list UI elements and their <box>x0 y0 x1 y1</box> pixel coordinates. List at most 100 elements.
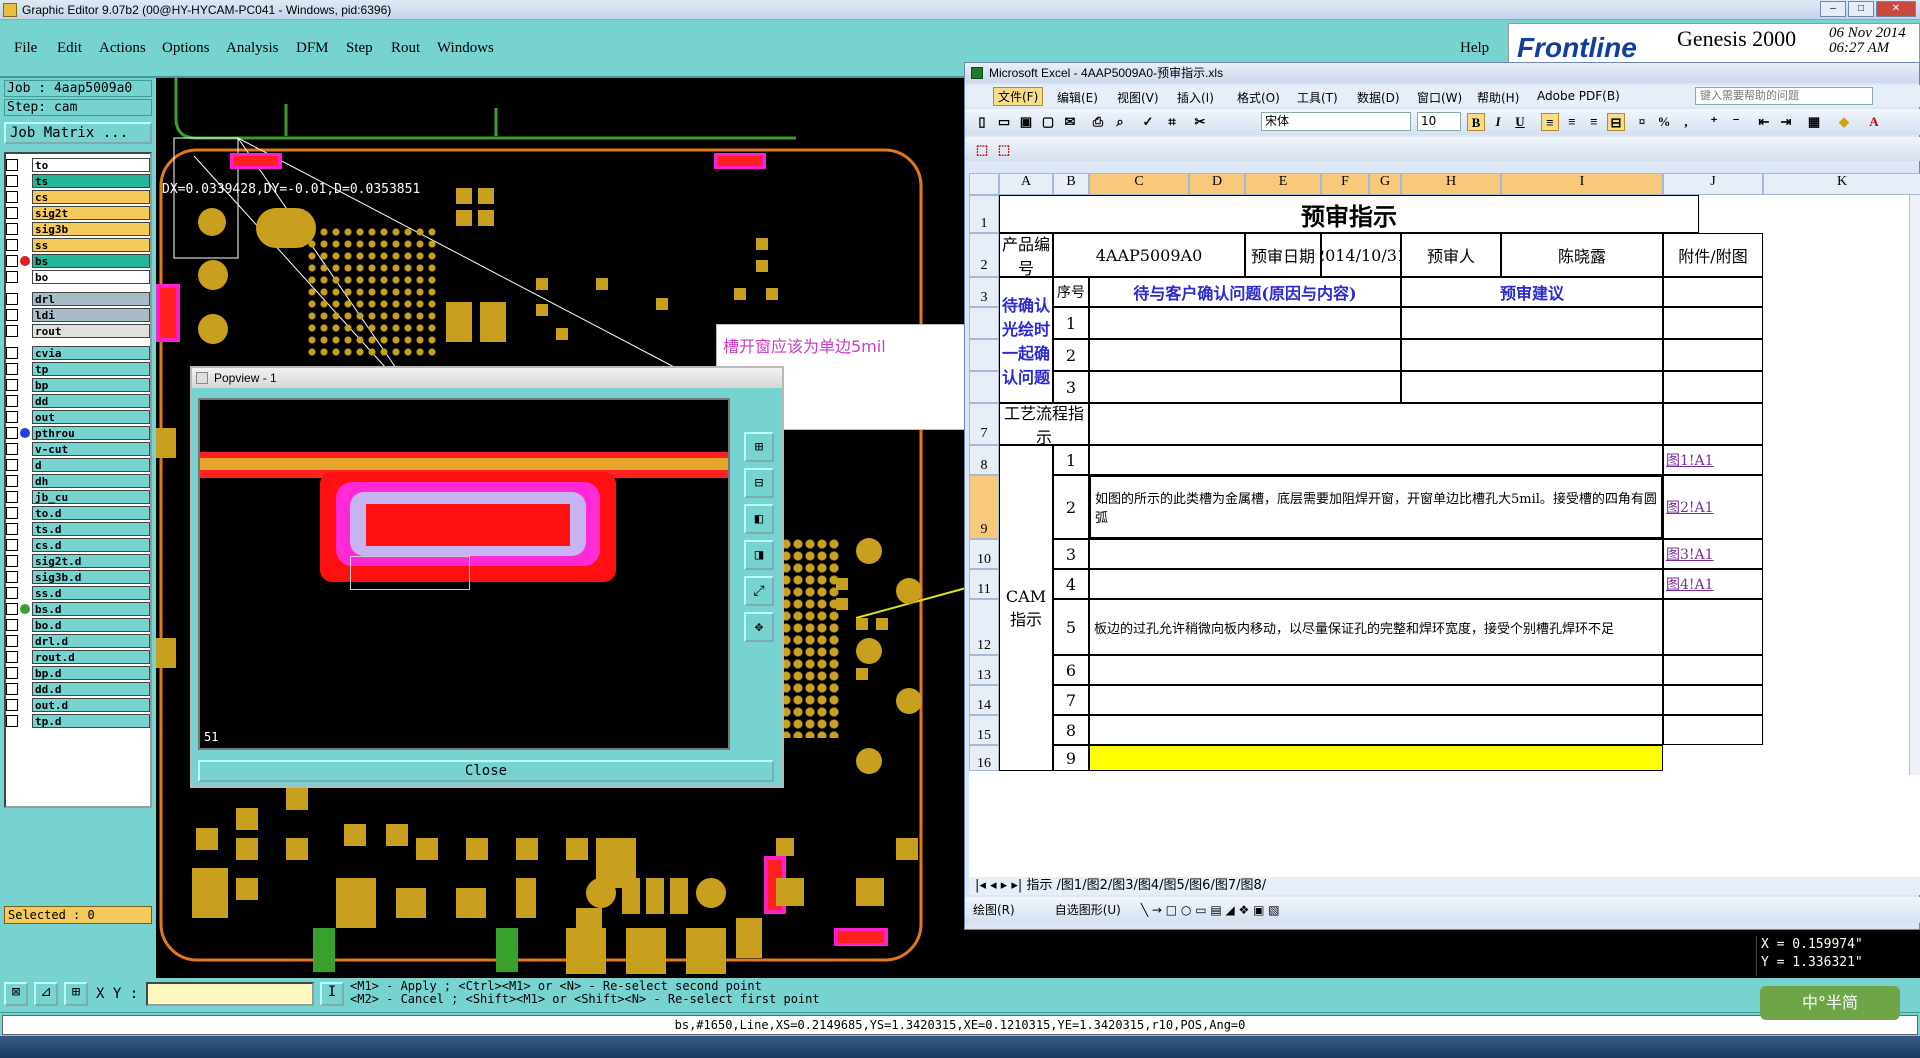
cell-cam-no[interactable]: 2 <box>1053 475 1089 539</box>
cell-empty[interactable] <box>1663 655 1763 685</box>
layer-checkbox[interactable] <box>6 683 18 695</box>
excel-menu-file[interactable]: 文件(F) <box>993 87 1044 106</box>
layer-checkbox[interactable] <box>6 325 18 337</box>
pan-right-button[interactable]: ◨ <box>744 540 774 570</box>
layer-checkbox[interactable] <box>6 175 18 187</box>
cursor-tool-icon[interactable]: I <box>320 982 344 1006</box>
minimize-button[interactable]: – <box>1820 1 1846 17</box>
decrease-decimal-icon[interactable]: ⁻ <box>1727 113 1745 131</box>
layer-item[interactable]: to.d <box>32 506 150 520</box>
layer-checkbox[interactable] <box>6 347 18 359</box>
job-matrix-button[interactable]: Job Matrix ... <box>4 122 152 144</box>
layer-checkbox[interactable] <box>6 271 18 283</box>
layer-checkbox[interactable] <box>6 379 18 391</box>
cell-empty[interactable] <box>1089 403 1663 445</box>
layer-item[interactable]: ss.d <box>32 586 150 600</box>
excel-menu-insert[interactable]: 插入(I) <box>1177 89 1214 106</box>
col-header[interactable]: J <box>1663 173 1763 195</box>
layer-item[interactable]: rout.d <box>32 650 150 664</box>
cell-empty[interactable] <box>1089 339 1401 371</box>
layer-item[interactable]: bs <box>32 254 150 268</box>
row-header[interactable] <box>969 371 999 403</box>
cell-empty[interactable] <box>1401 339 1663 371</box>
research-icon[interactable]: ⌗ <box>1163 113 1181 131</box>
draw-menu[interactable]: 绘图(R) <box>965 903 1015 917</box>
layer-item[interactable]: cs.d <box>32 538 150 552</box>
zoom-in-button[interactable]: ⊞ <box>744 432 774 462</box>
layer-item[interactable]: tp <box>32 362 150 376</box>
layer-checkbox[interactable] <box>6 239 18 251</box>
pdf-convert-icon[interactable]: ⬚ <box>973 141 991 159</box>
col-header[interactable]: G <box>1369 173 1401 195</box>
cell-empty[interactable] <box>1089 539 1663 569</box>
cell-q1[interactable]: 1 <box>1053 307 1089 339</box>
layer-item[interactable]: ts.d <box>32 522 150 536</box>
xy-input[interactable] <box>146 982 314 1006</box>
layer-checkbox[interactable] <box>6 523 18 535</box>
cell-seq-header[interactable]: 序号 <box>1053 277 1089 307</box>
maximize-button[interactable]: □ <box>1848 1 1874 17</box>
menu-windows[interactable]: Windows <box>437 40 494 57</box>
cut-icon[interactable]: ✂ <box>1191 113 1209 131</box>
cell-empty[interactable] <box>1663 277 1763 307</box>
layer-item[interactable]: pthrou <box>32 426 150 440</box>
bold-button[interactable]: B <box>1467 113 1485 131</box>
cell-empty[interactable] <box>1663 339 1763 371</box>
layer-checkbox[interactable] <box>6 309 18 321</box>
col-header[interactable]: E <box>1245 173 1321 195</box>
excel-menu-view[interactable]: 视图(V) <box>1117 89 1159 106</box>
col-header[interactable]: I <box>1501 173 1663 195</box>
cell-cam-no[interactable]: 8 <box>1053 715 1089 745</box>
cell-empty[interactable] <box>1089 371 1401 403</box>
menu-actions[interactable]: Actions <box>99 40 146 57</box>
row-header[interactable]: 8 <box>969 445 999 475</box>
layer-item[interactable]: cs <box>32 190 150 204</box>
decrease-indent-icon[interactable]: ⇤ <box>1755 113 1773 131</box>
layer-checkbox[interactable] <box>6 159 18 171</box>
layer-item[interactable]: cvia <box>32 346 150 360</box>
layer-item[interactable]: sig2t <box>32 206 150 220</box>
cell-review-date[interactable]: 2014/10/31 <box>1321 233 1401 277</box>
link-fig3[interactable]: 图3!A1 <box>1663 539 1763 569</box>
underline-button[interactable]: U <box>1511 113 1529 131</box>
font-color-icon[interactable]: A <box>1865 113 1883 131</box>
ime-indicator[interactable]: 中°半简 <box>1760 986 1900 1020</box>
increase-indent-icon[interactable]: ⇥ <box>1777 113 1795 131</box>
layer-checkbox[interactable] <box>6 491 18 503</box>
cell-empty[interactable] <box>1089 655 1663 685</box>
cell-empty[interactable] <box>1089 569 1663 599</box>
row-header[interactable]: 3 <box>969 277 999 307</box>
cell-empty[interactable] <box>1663 599 1763 655</box>
excel-menu-data[interactable]: 数据(D) <box>1357 89 1400 106</box>
layer-item[interactable]: d <box>32 458 150 472</box>
layer-item[interactable]: tp.d <box>32 714 150 728</box>
layer-checkbox[interactable] <box>6 571 18 583</box>
merge-center-icon[interactable]: ⊟ <box>1607 113 1625 131</box>
layer-item[interactable]: jb_cu <box>32 490 150 504</box>
col-header[interactable]: K <box>1763 173 1920 195</box>
cell-process-flow[interactable]: 工艺流程指示 <box>999 403 1089 445</box>
layer-item[interactable]: out <box>32 410 150 424</box>
taskbar[interactable] <box>0 1036 1920 1058</box>
measure-tool-icon[interactable]: ⊿ <box>34 982 58 1006</box>
font-select[interactable]: 宋体 <box>1261 112 1411 131</box>
layer-item[interactable]: drl.d <box>32 634 150 648</box>
col-header[interactable]: H <box>1401 173 1501 195</box>
italic-button[interactable]: I <box>1489 113 1507 131</box>
cell-empty[interactable] <box>1663 685 1763 715</box>
layer-item[interactable]: rout <box>32 324 150 338</box>
sheet-tab-list[interactable]: 指示 /图1/图2/图3/图4/图5/图6/图7/图8/ <box>1026 878 1266 893</box>
layer-checkbox[interactable] <box>6 293 18 305</box>
layer-item[interactable]: ts <box>32 174 150 188</box>
cell-reviewer[interactable]: 陈晓露 <box>1501 233 1663 277</box>
borders-icon[interactable]: ▦ <box>1805 113 1823 131</box>
layer-item[interactable]: v-cut <box>32 442 150 456</box>
vertical-scrollbar[interactable] <box>1909 195 1920 775</box>
layer-checkbox[interactable] <box>6 191 18 203</box>
cell-advice-header[interactable]: 预审建议 <box>1401 277 1663 307</box>
excel-menu-adobe[interactable]: Adobe PDF(B) <box>1537 89 1620 103</box>
layer-checkbox[interactable] <box>6 223 18 235</box>
print-icon[interactable]: ⎙ <box>1089 113 1107 131</box>
menu-dfm[interactable]: DFM <box>296 40 329 57</box>
comma-icon[interactable]: , <box>1677 113 1695 131</box>
